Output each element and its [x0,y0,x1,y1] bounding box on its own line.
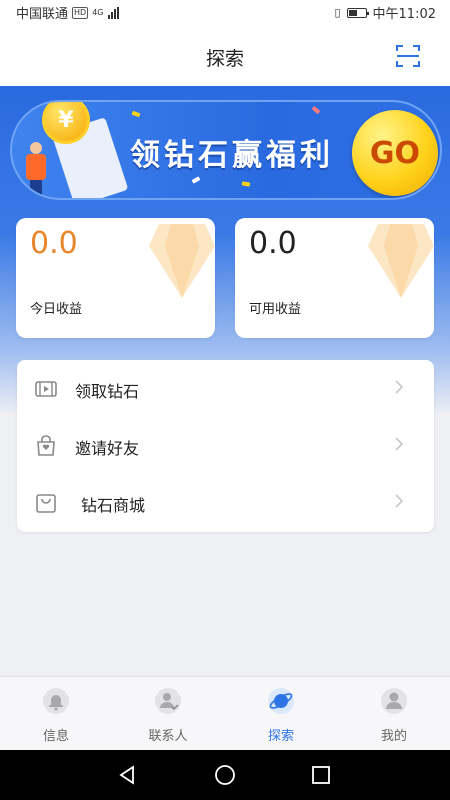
page-title: 探索 [205,48,244,70]
carrier-label: 中国联通 [16,7,69,22]
confetti-decoration [191,176,201,184]
status-bar: 中国联通 HD 4G ▯ 中午11:02 [0,0,450,24]
back-icon[interactable] [117,764,139,786]
video-icon [35,381,57,397]
today-earnings-card[interactable]: 0.0 今日收益 [16,218,215,338]
recents-icon[interactable] [310,764,332,786]
menu-item-label: 邀请好友 [75,439,140,458]
hd-badge: HD [72,6,89,19]
battery-icon [346,7,369,18]
bell-icon [43,688,69,714]
tab-label: 我的 [380,729,407,744]
available-earnings-label: 可用收益 [249,302,302,317]
clock: 中午11:02 [372,7,436,22]
menu-item-label: 钻石商城 [81,496,146,515]
page-header: 探索 [0,24,450,86]
status-left: 中国联通 HD 4G [16,3,119,22]
confetti-decoration [311,105,321,115]
available-earnings-card[interactable]: 0.0 可用收益 [235,218,434,338]
confetti-decoration [131,110,141,118]
diamond-icon [149,224,215,298]
signal-icon [107,6,119,19]
today-earnings-label: 今日收益 [30,302,83,317]
menu-item-collect-diamonds[interactable]: 领取钻石 [17,360,434,417]
scan-icon[interactable] [394,42,422,70]
tab-label: 联系人 [148,729,188,744]
bottom-tab-bar: 信息 联系人 探索 我的 [0,676,450,750]
system-nav-bar [0,750,450,800]
profile-icon [381,688,407,714]
chevron-right-icon [395,494,404,508]
tab-label: 探索 [267,729,294,744]
available-earnings-value: 0.0 [249,226,297,261]
tab-messages[interactable]: 信息 [0,677,112,751]
network-type: 4G [92,8,104,17]
confetti-decoration [241,181,251,187]
diamond-icon [368,224,434,298]
feature-menu: 领取钻石 邀请好友 钻石商城 [17,360,434,532]
status-right: ▯ 中午11:02 [334,3,436,22]
person-illustration [22,142,48,198]
promo-banner[interactable]: ¥ 领钻石赢福利 GO [10,100,442,200]
tab-label: 信息 [42,729,69,744]
tab-profile[interactable]: 我的 [338,677,450,751]
chevron-right-icon [395,380,404,394]
menu-item-invite-friends[interactable]: 邀请好友 [17,417,434,474]
tab-explore[interactable]: 探索 [225,677,337,751]
menu-item-label: 领取钻石 [75,382,140,401]
tab-contacts[interactable]: 联系人 [112,677,224,751]
planet-icon [268,688,294,714]
gift-bag-icon [37,435,55,456]
contacts-icon [155,688,181,714]
shopping-bag-icon [36,494,56,513]
vibrate-icon: ▯ [334,6,341,19]
chevron-right-icon [395,437,404,451]
banner-title: 领钻石赢福利 [130,138,334,173]
today-earnings-value: 0.0 [30,226,78,261]
menu-item-diamond-mall[interactable]: 钻石商城 [17,474,434,531]
go-button[interactable]: GO [352,110,438,196]
home-icon[interactable] [214,764,236,786]
